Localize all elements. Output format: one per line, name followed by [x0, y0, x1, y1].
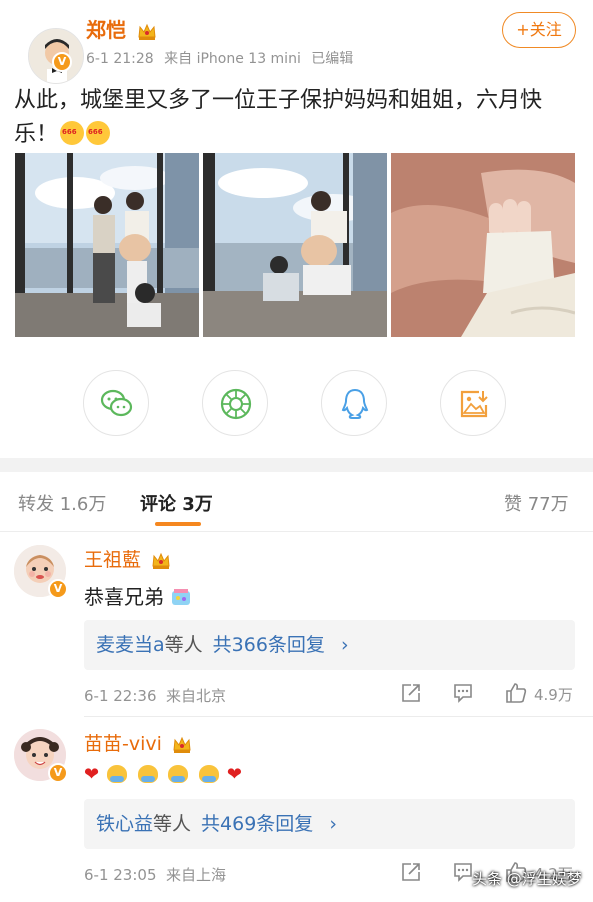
verified-badge-icon: V [52, 52, 72, 72]
author-avatar[interactable]: V [14, 14, 84, 84]
post-tabs: 转发 1.6万 评论 3万 赞 77万 [0, 472, 593, 532]
save-image-icon [460, 390, 488, 418]
heart-emoji-icon: ❤ [226, 764, 242, 785]
commenter-name[interactable]: 苗苗-vivi [84, 729, 192, 756]
emoji-666-icon [60, 115, 85, 149]
emoji-666-icon [86, 115, 111, 149]
comment-text: 恭喜兄弟 [84, 581, 192, 610]
hug-emoji-icon [107, 765, 128, 783]
hug-emoji-icon [137, 765, 158, 783]
active-tab-indicator [155, 522, 201, 526]
post-date: 6-1 21:28 [86, 51, 154, 67]
crown-icon [173, 736, 191, 753]
reply-comment-icon[interactable] [452, 861, 474, 883]
crown-icon [138, 23, 156, 40]
chevron-right-icon: › [340, 634, 349, 656]
source-watermark: 头条 @浮生娱梦 [472, 870, 582, 888]
reply-summary[interactable]: 麦麦当a等人 共366条回复 › [84, 620, 575, 670]
mother-and-child-photo[interactable] [203, 153, 387, 337]
tab-likes[interactable]: 赞 77万 [504, 490, 569, 516]
verified-badge-icon: V [48, 579, 68, 599]
reply-summary[interactable]: 铁心益等人 共469条回复 › [84, 799, 575, 849]
post-meta: 6-1 21:28 来自 iPhone 13 mini 已编辑 [86, 48, 359, 68]
comment-item: V 王祖藍 恭喜兄弟 麦麦当a等人 共366条回复 › 6-1 22:36 来自北… [0, 533, 593, 717]
celebration-emoji-icon [172, 589, 191, 605]
like-thumb-icon[interactable] [504, 682, 528, 704]
tab-repost[interactable]: 转发 1.6万 [18, 490, 106, 516]
hug-emoji-icon [168, 765, 189, 783]
qq-icon [341, 388, 369, 419]
follow-button[interactable]: +关注 [502, 12, 576, 48]
save-image-button[interactable] [440, 370, 506, 436]
comment-text: ❤ ❤ [84, 761, 242, 785]
family-by-window-photo[interactable] [15, 153, 199, 337]
moments-icon [220, 388, 252, 420]
crown-icon [152, 552, 170, 569]
comment-meta: 6-1 23:05 来自上海 [84, 866, 227, 884]
commenter-avatar[interactable]: V [14, 545, 70, 601]
repost-icon[interactable] [400, 861, 422, 883]
share-wechat-button[interactable] [83, 370, 149, 436]
chevron-right-icon: › [329, 813, 337, 835]
reply-comment-icon[interactable] [452, 682, 474, 704]
comment-meta: 6-1 22:36 来自北京 [84, 687, 227, 705]
comment-actions: 4.9万 [400, 682, 580, 706]
like-count: 4.9万 [534, 686, 573, 704]
verified-badge-icon: V [48, 763, 68, 783]
hug-emoji-icon [198, 765, 219, 783]
commenter-avatar[interactable]: V [14, 729, 70, 785]
author-name[interactable]: 郑恺 [86, 14, 157, 43]
post-text: 从此，城堡里又多了一位王子保护妈妈和姐姐，六月快乐！ [14, 84, 574, 152]
repost-icon[interactable] [400, 682, 422, 704]
heart-emoji-icon: ❤ [84, 764, 100, 785]
share-qq-button[interactable] [321, 370, 387, 436]
post-edited: 已编辑 [311, 51, 354, 67]
section-divider [0, 458, 593, 472]
tab-comments[interactable]: 评论 3万 [140, 490, 213, 516]
wechat-icon [100, 389, 133, 417]
baby-hand-photo[interactable] [391, 153, 575, 337]
post-source: 来自 iPhone 13 mini [164, 51, 301, 67]
weibo-post: V 郑恺 6-1 21:28 来自 iPhone 13 mini 已编辑 +关注… [0, 0, 593, 458]
share-moments-button[interactable] [202, 370, 268, 436]
commenter-name[interactable]: 王祖藍 [84, 545, 171, 572]
